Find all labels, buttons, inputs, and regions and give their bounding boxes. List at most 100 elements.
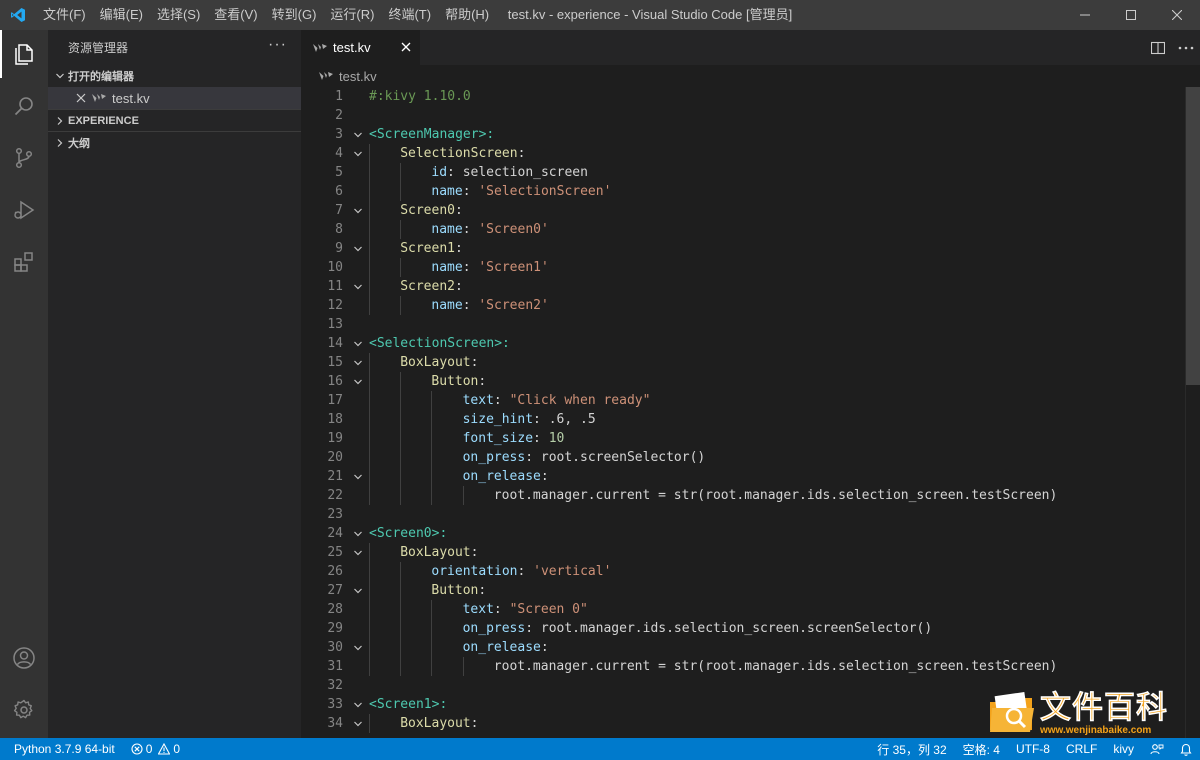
fold-chevron-icon[interactable] [351, 467, 365, 486]
maximize-button[interactable] [1108, 0, 1154, 30]
code-line[interactable]: 9 Screen1: [301, 239, 1200, 258]
extensions-icon[interactable] [0, 238, 48, 286]
code-line[interactable]: 22 root.manager.current = str(root.manage… [301, 486, 1200, 505]
fold-chevron-icon[interactable] [351, 543, 365, 562]
minimize-button[interactable] [1062, 0, 1108, 30]
search-icon[interactable] [0, 82, 48, 130]
code-line[interactable]: 17 text: "Click when ready" [301, 391, 1200, 410]
account-icon[interactable] [0, 634, 48, 682]
menu-item-6[interactable]: 终端(T) [381, 0, 438, 30]
menu-item-4[interactable]: 转到(G) [265, 0, 324, 30]
chevron-right-icon [52, 138, 68, 148]
code-line[interactable]: 15 BoxLayout: [301, 353, 1200, 372]
feedback-icon[interactable] [1142, 738, 1172, 760]
code-line[interactable]: 26 orientation: 'vertical' [301, 562, 1200, 581]
fold-chevron-icon[interactable] [351, 353, 365, 372]
settings-gear-icon[interactable] [0, 686, 48, 734]
more-actions-icon[interactable]: ··· [268, 36, 287, 54]
error-icon [131, 743, 143, 755]
code-line[interactable]: 13 [301, 315, 1200, 334]
code-line[interactable]: 2 [301, 106, 1200, 125]
open-editors-section[interactable]: 打开的编辑器 [48, 65, 301, 87]
line-number: 15 [327, 355, 343, 370]
encoding[interactable]: UTF-8 [1008, 738, 1058, 760]
outline-section[interactable]: 大纲 [48, 131, 301, 153]
code-line[interactable]: 10 name: 'Screen1' [301, 258, 1200, 277]
code-line[interactable]: 21 on_release: [301, 467, 1200, 486]
close-window-button[interactable] [1154, 0, 1200, 30]
menu-item-3[interactable]: 查看(V) [207, 0, 264, 30]
split-editor-icon[interactable] [1144, 30, 1172, 65]
language-mode[interactable]: kivy [1105, 738, 1142, 760]
fold-chevron-icon[interactable] [351, 638, 365, 657]
fold-chevron-icon[interactable] [351, 334, 365, 353]
code-line[interactable]: 23 [301, 505, 1200, 524]
close-icon[interactable] [74, 93, 88, 103]
open-editor-item[interactable]: test.kv [48, 87, 301, 109]
code-token: : [462, 260, 479, 275]
fold-chevron-icon[interactable] [351, 125, 365, 144]
fold-chevron-icon[interactable] [351, 372, 365, 391]
vertical-scrollbar[interactable] [1186, 87, 1200, 738]
close-icon[interactable] [398, 39, 414, 55]
code-line[interactable]: 20 on_press: root.screenSelector() [301, 448, 1200, 467]
code-editor[interactable]: 1 #:kivy 1.10.0 2 3 <ScreenManager>: 4 Selecti… [301, 87, 1200, 738]
code-line[interactable]: 27 Button: [301, 581, 1200, 600]
source-control-icon[interactable] [0, 134, 48, 182]
tab-test-kv[interactable]: test.kv [301, 30, 420, 65]
code-token: <Screen0>: [369, 526, 448, 541]
run-debug-icon[interactable] [0, 186, 48, 234]
code-line[interactable]: 14 <SelectionScreen>: [301, 334, 1200, 353]
fold-chevron-icon[interactable] [351, 239, 365, 258]
breadcrumb[interactable]: test.kv [301, 65, 1200, 87]
fold-chevron-icon[interactable] [351, 144, 365, 163]
indentation[interactable]: 空格: 4 [955, 738, 1008, 760]
code-line[interactable]: 11 Screen2: [301, 277, 1200, 296]
python-interpreter[interactable]: Python 3.7.9 64-bit [0, 738, 123, 760]
fold-chevron-icon[interactable] [351, 201, 365, 220]
code-text: Button: [431, 581, 486, 600]
code-line[interactable]: 4 SelectionScreen: [301, 144, 1200, 163]
code-line[interactable]: 1 #:kivy 1.10.0 [301, 87, 1200, 106]
code-line[interactable]: 30 on_release: [301, 638, 1200, 657]
fold-chevron-icon[interactable] [351, 524, 365, 543]
menu-item-2[interactable]: 选择(S) [150, 0, 207, 30]
end-of-line[interactable]: CRLF [1058, 738, 1105, 760]
code-line[interactable]: 29 on_press: root.manager.ids.selection_s… [301, 619, 1200, 638]
activity-bar [0, 30, 48, 738]
indent-guide [431, 391, 433, 410]
code-line[interactable]: 7 Screen0: [301, 201, 1200, 220]
problems-indicator[interactable]: 0 0 [123, 738, 188, 760]
indent-guide [369, 144, 370, 163]
code-line[interactable]: 8 name: 'Screen0' [301, 220, 1200, 239]
code-line[interactable]: 18 size_hint: .6, .5 [301, 410, 1200, 429]
code-line[interactable]: 28 text: "Screen 0" [301, 600, 1200, 619]
vscode-logo-icon[interactable] [0, 0, 36, 30]
menu-item-0[interactable]: 文件(F) [36, 0, 93, 30]
fold-chevron-icon[interactable] [351, 695, 365, 714]
fold-chevron-icon[interactable] [351, 714, 365, 733]
notifications-bell-icon[interactable] [1172, 738, 1200, 760]
open-editors-label: 打开的编辑器 [68, 71, 134, 83]
editor-actions [1144, 30, 1200, 65]
code-line[interactable]: 31 root.manager.current = str(root.manage… [301, 657, 1200, 676]
code-line[interactable]: 5 id: selection_screen [301, 163, 1200, 182]
code-line[interactable]: 25 BoxLayout: [301, 543, 1200, 562]
code-line[interactable]: 19 font_size: 10 [301, 429, 1200, 448]
fold-chevron-icon[interactable] [351, 277, 365, 296]
code-line[interactable]: 12 name: 'Screen2' [301, 296, 1200, 315]
more-actions-icon[interactable] [1172, 30, 1200, 65]
code-line[interactable]: 6 name: 'SelectionScreen' [301, 182, 1200, 201]
experience-folder-section[interactable]: EXPERIENCE [48, 109, 301, 131]
code-line[interactable]: 24 <Screen0>: [301, 524, 1200, 543]
scrollbar-thumb[interactable] [1186, 87, 1200, 385]
cursor-position[interactable]: 行 35，列 32 [869, 738, 954, 760]
menu-item-5[interactable]: 运行(R) [323, 0, 381, 30]
code-line[interactable]: 3 <ScreenManager>: [301, 125, 1200, 144]
fold-chevron-icon[interactable] [351, 581, 365, 600]
menu-item-1[interactable]: 编辑(E) [93, 0, 150, 30]
code-text: <Screen0>: [369, 524, 447, 543]
code-token: Screen0 [400, 203, 455, 218]
code-line[interactable]: 16 Button: [301, 372, 1200, 391]
explorer-files-icon[interactable] [0, 30, 48, 78]
